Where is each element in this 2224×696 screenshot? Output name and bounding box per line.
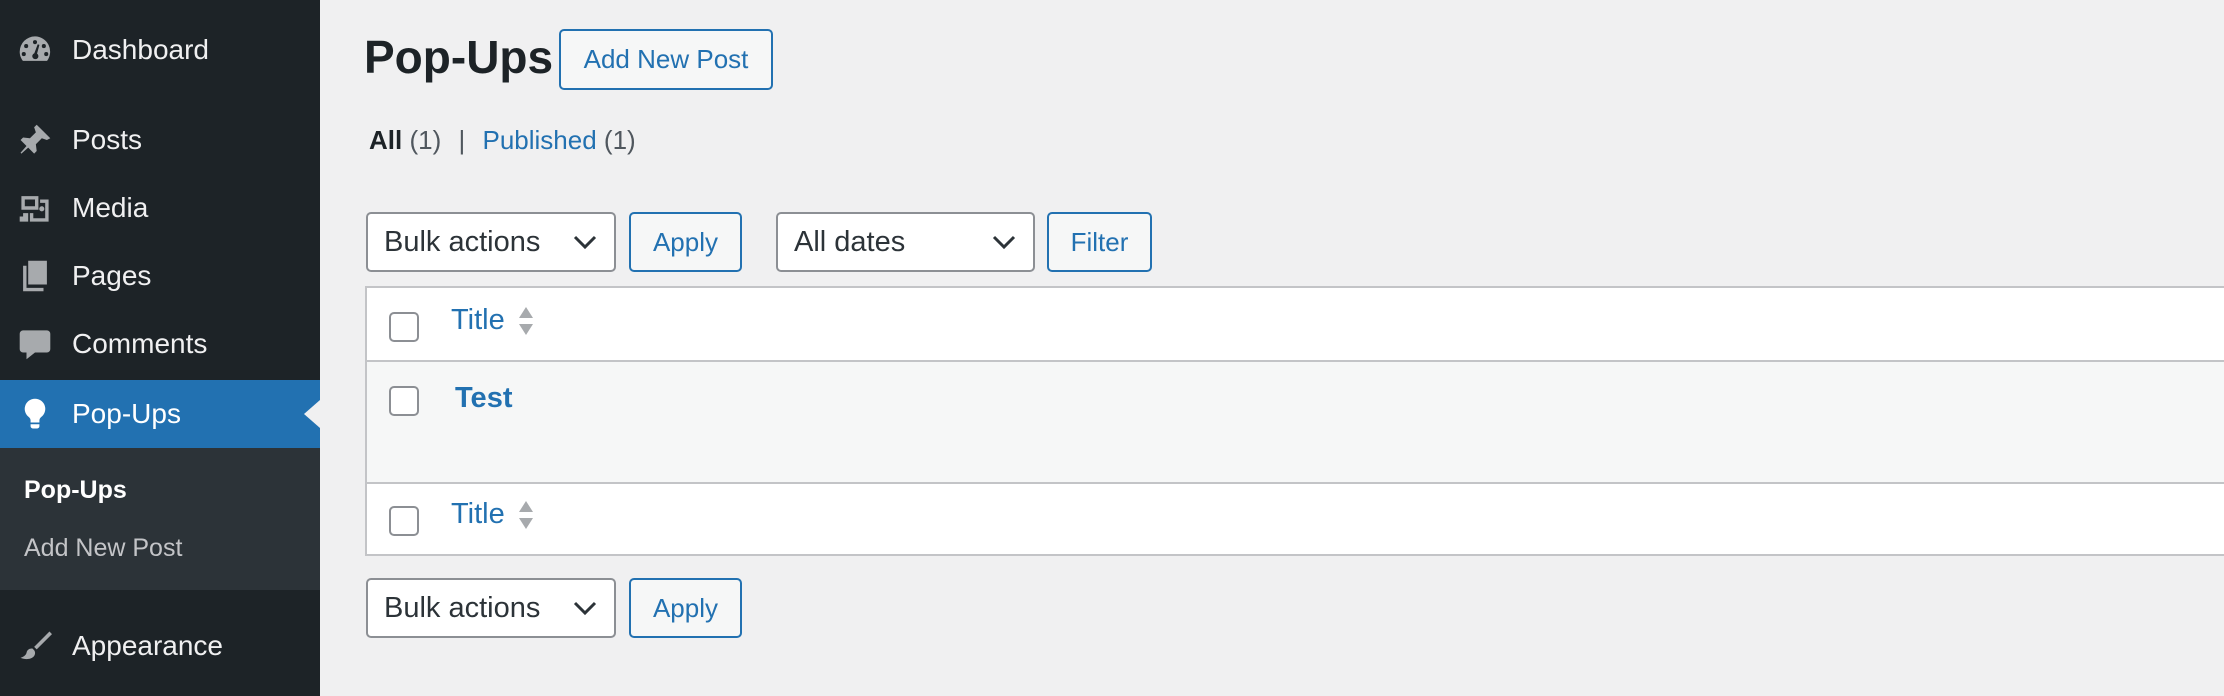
sidebar-item-label: Posts — [72, 124, 143, 155]
view-all-link[interactable]: All — [369, 125, 402, 155]
chevron-down-icon — [573, 601, 597, 616]
sidebar-item-label: Pages — [72, 260, 152, 291]
submenu-item-pop-ups[interactable]: Pop-Ups — [24, 476, 127, 505]
column-title-label: Title — [451, 498, 505, 530]
sidebar-item-label: Comments — [72, 328, 208, 359]
bulk-actions-value: Bulk actions — [384, 225, 541, 258]
select-all-checkbox[interactable] — [389, 312, 419, 342]
bulk-actions-value: Bulk actions — [384, 591, 541, 624]
pin-icon — [18, 123, 52, 157]
sidebar-item-label: Media — [72, 192, 149, 223]
current-menu-arrow — [304, 400, 320, 428]
bulk-actions-select-bottom[interactable]: Bulk actions — [366, 578, 616, 638]
admin-sidebar: Dashboard Posts Media Pages Comments Pop… — [0, 0, 320, 696]
media-icon — [18, 191, 52, 225]
table-footer: Title — [367, 482, 2224, 558]
row-checkbox[interactable] — [389, 386, 419, 416]
post-status-filters: All (1) | Published (1) — [369, 125, 636, 156]
dashboard-icon — [18, 33, 52, 67]
sidebar-item-appearance[interactable]: Appearance — [0, 612, 320, 680]
chevron-down-icon — [573, 235, 597, 250]
page-title: Pop-Ups — [364, 31, 554, 83]
view-all-count: (1) — [409, 125, 442, 155]
sort-arrows-icon — [518, 306, 533, 335]
sidebar-item-posts[interactable]: Posts — [0, 106, 320, 174]
sidebar-item-pop-ups[interactable]: Pop-Ups — [0, 380, 320, 448]
sidebar-item-dashboard[interactable]: Dashboard — [0, 16, 320, 84]
paintbrush-icon — [18, 629, 52, 663]
sidebar-item-label: Pop-Ups — [72, 398, 181, 429]
select-all-checkbox-footer[interactable] — [389, 506, 419, 536]
column-title-label: Title — [451, 304, 505, 336]
table-header: Title — [367, 288, 2224, 362]
sidebar-item-pages[interactable]: Pages — [0, 242, 320, 310]
column-title-sort[interactable]: Title — [451, 304, 535, 337]
date-filter-select[interactable]: All dates — [776, 212, 1035, 272]
view-published-count: (1) — [603, 125, 636, 155]
row-title-link[interactable]: Test — [455, 382, 512, 415]
table-row: Test — [367, 362, 2224, 482]
sidebar-submenu: Pop-Ups Add New Post — [0, 448, 320, 590]
column-title-sort-footer[interactable]: Title — [451, 498, 535, 531]
comment-icon — [18, 327, 52, 361]
view-separator: | — [458, 125, 466, 155]
posts-table: Title Test Title — [365, 286, 2224, 556]
bulk-actions-select-top[interactable]: Bulk actions — [366, 212, 616, 272]
sidebar-item-comments[interactable]: Comments — [0, 310, 320, 378]
sort-arrows-icon — [518, 500, 533, 529]
sidebar-item-media[interactable]: Media — [0, 174, 320, 242]
lightbulb-icon — [18, 397, 52, 431]
apply-button-bottom[interactable]: Apply — [629, 578, 742, 638]
date-filter-value: All dates — [794, 225, 906, 258]
filter-button[interactable]: Filter — [1047, 212, 1152, 272]
sidebar-item-label: Appearance — [72, 630, 224, 661]
view-published-link[interactable]: Published — [482, 125, 596, 155]
sidebar-item-label: Dashboard — [72, 34, 209, 65]
chevron-down-icon — [992, 235, 1016, 250]
submenu-item-add-new-post[interactable]: Add New Post — [24, 534, 182, 563]
add-new-post-button[interactable]: Add New Post — [559, 29, 773, 90]
pages-icon — [18, 259, 52, 293]
apply-button-top[interactable]: Apply — [629, 212, 742, 272]
